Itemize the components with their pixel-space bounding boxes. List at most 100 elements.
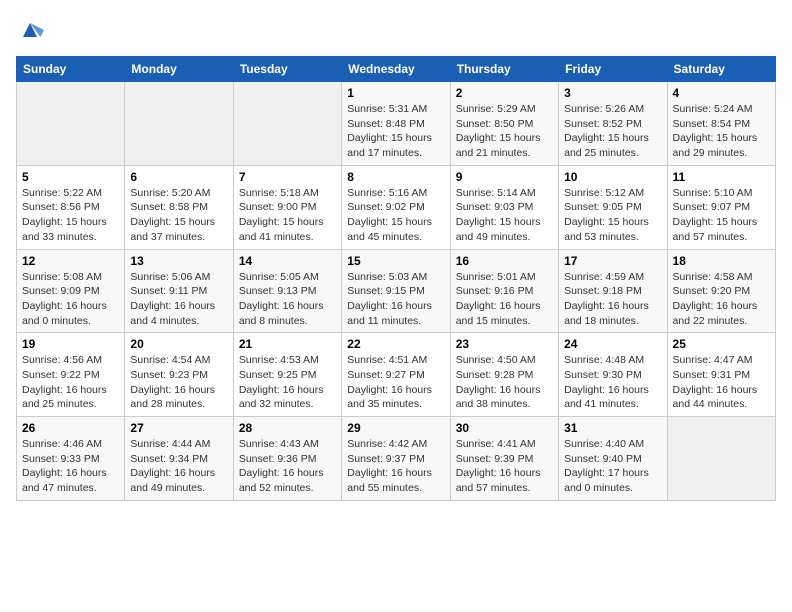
day-content: Sunrise: 5:26 AM Sunset: 8:52 PM Dayligh… <box>564 102 661 161</box>
day-content: Sunrise: 4:46 AM Sunset: 9:33 PM Dayligh… <box>22 437 119 496</box>
day-number: 23 <box>456 337 553 351</box>
day-number: 7 <box>239 170 336 184</box>
calendar-table: SundayMondayTuesdayWednesdayThursdayFrid… <box>16 56 776 501</box>
calendar-cell: 10 Sunrise: 5:12 AM Sunset: 9:05 PM Dayli… <box>559 165 667 249</box>
day-number: 8 <box>347 170 444 184</box>
calendar-week-1: 1 Sunrise: 5:31 AM Sunset: 8:48 PM Daylig… <box>17 82 776 166</box>
calendar-header-row: SundayMondayTuesdayWednesdayThursdayFrid… <box>17 57 776 82</box>
calendar-cell <box>17 82 125 166</box>
day-header-wednesday: Wednesday <box>342 57 450 82</box>
day-number: 10 <box>564 170 661 184</box>
day-number: 1 <box>347 86 444 100</box>
day-number: 9 <box>456 170 553 184</box>
day-number: 25 <box>673 337 770 351</box>
calendar-cell: 30Sunrise: 4:41 AM Sunset: 9:39 PM Dayli… <box>450 417 558 501</box>
calendar-cell: 8 Sunrise: 5:16 AM Sunset: 9:02 PM Daylig… <box>342 165 450 249</box>
day-content: Sunrise: 4:58 AM Sunset: 9:20 PM Dayligh… <box>673 270 770 329</box>
day-content: Sunrise: 4:43 AM Sunset: 9:36 PM Dayligh… <box>239 437 336 496</box>
day-content: Sunrise: 4:53 AM Sunset: 9:25 PM Dayligh… <box>239 353 336 412</box>
calendar-cell: 19 Sunrise: 4:56 AM Sunset: 9:22 PM Dayli… <box>17 333 125 417</box>
day-header-monday: Monday <box>125 57 233 82</box>
calendar-cell: 17Sunrise: 4:59 AM Sunset: 9:18 PM Dayli… <box>559 249 667 333</box>
calendar-cell: 27 Sunrise: 4:44 AM Sunset: 9:34 PM Dayli… <box>125 417 233 501</box>
day-number: 19 <box>22 337 119 351</box>
day-content: Sunrise: 4:44 AM Sunset: 9:34 PM Dayligh… <box>130 437 227 496</box>
day-content: Sunrise: 4:40 AM Sunset: 9:40 PM Dayligh… <box>564 437 661 496</box>
day-number: 16 <box>456 254 553 268</box>
calendar-cell: 25 Sunrise: 4:47 AM Sunset: 9:31 PM Dayli… <box>667 333 775 417</box>
calendar-cell: 9Sunrise: 5:14 AM Sunset: 9:03 PM Daylig… <box>450 165 558 249</box>
day-number: 13 <box>130 254 227 268</box>
day-number: 4 <box>673 86 770 100</box>
day-content: Sunrise: 5:29 AM Sunset: 8:50 PM Dayligh… <box>456 102 553 161</box>
calendar-cell <box>125 82 233 166</box>
day-number: 28 <box>239 421 336 435</box>
day-number: 20 <box>130 337 227 351</box>
calendar-cell: 4 Sunrise: 5:24 AM Sunset: 8:54 PM Daylig… <box>667 82 775 166</box>
day-content: Sunrise: 4:56 AM Sunset: 9:22 PM Dayligh… <box>22 353 119 412</box>
day-number: 12 <box>22 254 119 268</box>
calendar-week-2: 5Sunrise: 5:22 AM Sunset: 8:56 PM Daylig… <box>17 165 776 249</box>
day-content: Sunrise: 5:18 AM Sunset: 9:00 PM Dayligh… <box>239 186 336 245</box>
day-number: 26 <box>22 421 119 435</box>
calendar-cell: 15 Sunrise: 5:03 AM Sunset: 9:15 PM Dayli… <box>342 249 450 333</box>
day-number: 21 <box>239 337 336 351</box>
calendar-cell: 16 Sunrise: 5:01 AM Sunset: 9:16 PM Dayli… <box>450 249 558 333</box>
calendar-cell: 18 Sunrise: 4:58 AM Sunset: 9:20 PM Dayli… <box>667 249 775 333</box>
calendar-cell: 24 Sunrise: 4:48 AM Sunset: 9:30 PM Dayli… <box>559 333 667 417</box>
day-content: Sunrise: 5:22 AM Sunset: 8:56 PM Dayligh… <box>22 186 119 245</box>
calendar-week-5: 26 Sunrise: 4:46 AM Sunset: 9:33 PM Dayli… <box>17 417 776 501</box>
day-number: 29 <box>347 421 444 435</box>
calendar-cell: 7 Sunrise: 5:18 AM Sunset: 9:00 PM Daylig… <box>233 165 341 249</box>
day-number: 2 <box>456 86 553 100</box>
day-content: Sunrise: 5:03 AM Sunset: 9:15 PM Dayligh… <box>347 270 444 329</box>
day-number: 27 <box>130 421 227 435</box>
day-content: Sunrise: 5:31 AM Sunset: 8:48 PM Dayligh… <box>347 102 444 161</box>
day-content: Sunrise: 5:16 AM Sunset: 9:02 PM Dayligh… <box>347 186 444 245</box>
calendar-cell: 28 Sunrise: 4:43 AM Sunset: 9:36 PM Dayli… <box>233 417 341 501</box>
calendar-cell: 12 Sunrise: 5:08 AM Sunset: 9:09 PM Dayli… <box>17 249 125 333</box>
calendar-cell: 26 Sunrise: 4:46 AM Sunset: 9:33 PM Dayli… <box>17 417 125 501</box>
day-content: Sunrise: 4:54 AM Sunset: 9:23 PM Dayligh… <box>130 353 227 412</box>
day-header-thursday: Thursday <box>450 57 558 82</box>
calendar-cell: 6Sunrise: 5:20 AM Sunset: 8:58 PM Daylig… <box>125 165 233 249</box>
day-number: 22 <box>347 337 444 351</box>
calendar-week-3: 12 Sunrise: 5:08 AM Sunset: 9:09 PM Dayli… <box>17 249 776 333</box>
day-content: Sunrise: 4:42 AM Sunset: 9:37 PM Dayligh… <box>347 437 444 496</box>
calendar-cell: 5Sunrise: 5:22 AM Sunset: 8:56 PM Daylig… <box>17 165 125 249</box>
day-header-saturday: Saturday <box>667 57 775 82</box>
day-number: 24 <box>564 337 661 351</box>
day-content: Sunrise: 4:48 AM Sunset: 9:30 PM Dayligh… <box>564 353 661 412</box>
day-content: Sunrise: 4:47 AM Sunset: 9:31 PM Dayligh… <box>673 353 770 412</box>
calendar-cell: 1 Sunrise: 5:31 AM Sunset: 8:48 PM Daylig… <box>342 82 450 166</box>
calendar-cell: 13Sunrise: 5:06 AM Sunset: 9:11 PM Dayli… <box>125 249 233 333</box>
page-header <box>16 16 776 44</box>
calendar-cell: 22 Sunrise: 4:51 AM Sunset: 9:27 PM Dayli… <box>342 333 450 417</box>
calendar-cell: 2 Sunrise: 5:29 AM Sunset: 8:50 PM Daylig… <box>450 82 558 166</box>
logo-icon <box>16 16 44 44</box>
day-number: 15 <box>347 254 444 268</box>
calendar-cell: 3Sunrise: 5:26 AM Sunset: 8:52 PM Daylig… <box>559 82 667 166</box>
calendar-cell: 29 Sunrise: 4:42 AM Sunset: 9:37 PM Dayli… <box>342 417 450 501</box>
logo <box>16 16 48 44</box>
day-number: 11 <box>673 170 770 184</box>
calendar-cell: 14Sunrise: 5:05 AM Sunset: 9:13 PM Dayli… <box>233 249 341 333</box>
day-number: 18 <box>673 254 770 268</box>
day-content: Sunrise: 5:01 AM Sunset: 9:16 PM Dayligh… <box>456 270 553 329</box>
day-header-tuesday: Tuesday <box>233 57 341 82</box>
day-content: Sunrise: 5:10 AM Sunset: 9:07 PM Dayligh… <box>673 186 770 245</box>
calendar-cell: 23Sunrise: 4:50 AM Sunset: 9:28 PM Dayli… <box>450 333 558 417</box>
day-number: 30 <box>456 421 553 435</box>
day-content: Sunrise: 5:24 AM Sunset: 8:54 PM Dayligh… <box>673 102 770 161</box>
calendar-cell: 20 Sunrise: 4:54 AM Sunset: 9:23 PM Dayli… <box>125 333 233 417</box>
day-header-sunday: Sunday <box>17 57 125 82</box>
day-content: Sunrise: 4:51 AM Sunset: 9:27 PM Dayligh… <box>347 353 444 412</box>
day-content: Sunrise: 5:08 AM Sunset: 9:09 PM Dayligh… <box>22 270 119 329</box>
calendar-cell: 11 Sunrise: 5:10 AM Sunset: 9:07 PM Dayli… <box>667 165 775 249</box>
day-content: Sunrise: 5:12 AM Sunset: 9:05 PM Dayligh… <box>564 186 661 245</box>
day-content: Sunrise: 4:59 AM Sunset: 9:18 PM Dayligh… <box>564 270 661 329</box>
day-number: 31 <box>564 421 661 435</box>
day-header-friday: Friday <box>559 57 667 82</box>
day-number: 14 <box>239 254 336 268</box>
day-number: 6 <box>130 170 227 184</box>
